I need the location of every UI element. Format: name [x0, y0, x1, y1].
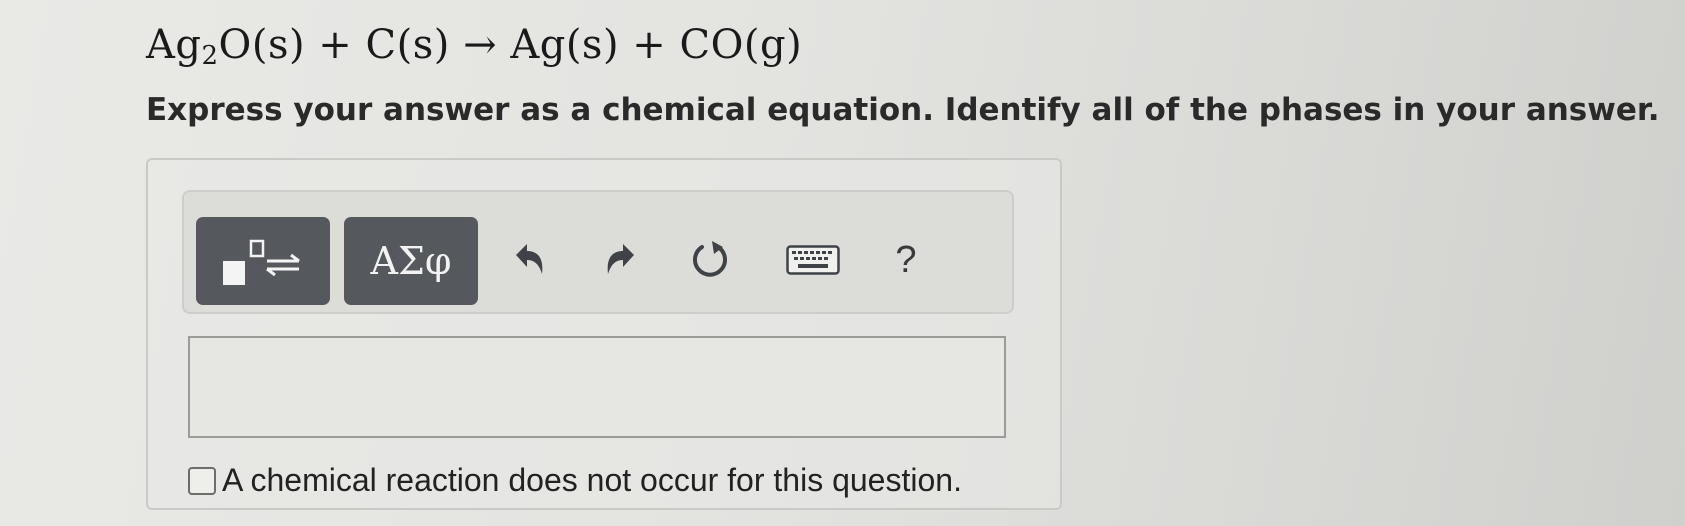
reset-button[interactable] [682, 232, 738, 288]
help-button[interactable]: ? [878, 232, 934, 288]
answer-panel: ΑΣφ ? A chemical reaction does not occur… [146, 158, 1062, 510]
equation-toolbar: ΑΣφ ? [182, 190, 1014, 314]
redo-button[interactable] [592, 232, 648, 288]
undo-icon [516, 244, 543, 274]
product-carbon-monoxide: CO(g) [679, 22, 803, 68]
undo-button[interactable] [502, 232, 558, 288]
no-reaction-option[interactable]: A chemical reaction does not occur for t… [188, 462, 962, 499]
plus-sign: + [318, 22, 353, 68]
keyboard-icon [786, 245, 840, 275]
symbols-button[interactable]: ΑΣφ [344, 217, 478, 305]
reaction-arrow: → [463, 22, 498, 68]
no-reaction-label: A chemical reaction does not occur for t… [222, 462, 962, 498]
templates-icon [223, 239, 300, 285]
reactant-silver-oxide: Ag2O(s) [146, 22, 306, 71]
answer-input[interactable] [188, 336, 1006, 438]
keyboard-button[interactable] [782, 232, 844, 288]
chemical-equation: Ag2O(s) + C(s) → Ag(s) + CO(g) [146, 22, 802, 71]
instructions-text: Express your answer as a chemical equati… [146, 92, 1660, 128]
no-reaction-checkbox[interactable] [188, 466, 216, 495]
product-silver: Ag(s) [510, 22, 620, 68]
reset-icon [693, 241, 727, 277]
reactant-carbon: C(s) [365, 22, 450, 68]
plus-sign: + [632, 22, 667, 68]
redo-icon [607, 244, 634, 274]
templates-button[interactable] [196, 217, 330, 305]
